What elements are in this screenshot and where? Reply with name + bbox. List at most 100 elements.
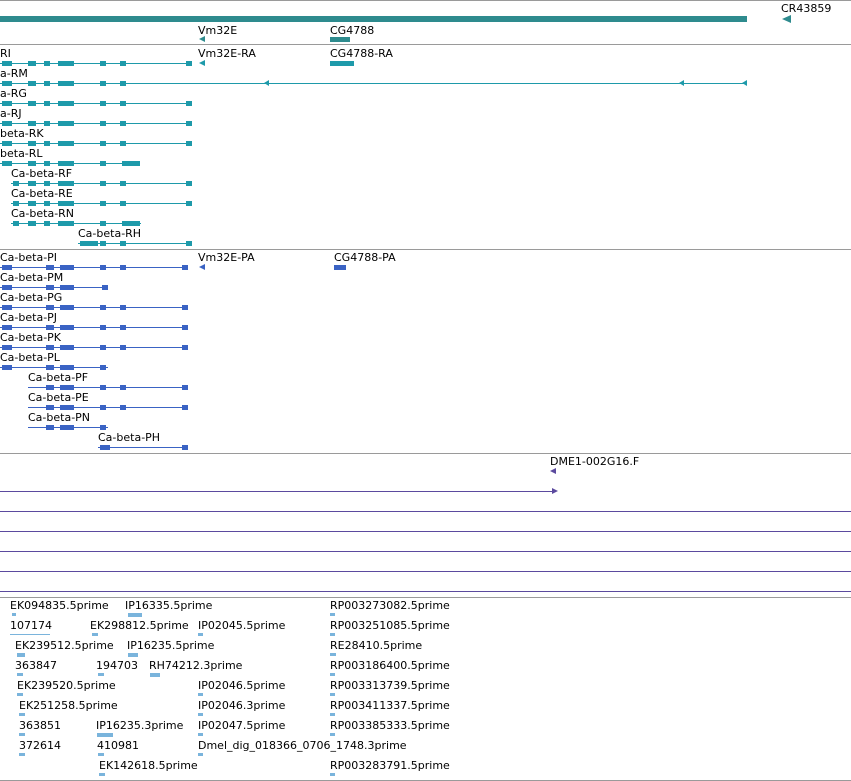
- gene-cg4788-bar[interactable]: [330, 37, 350, 42]
- clone-alignment[interactable]: [0, 511, 851, 512]
- gene-vm32e-arrow[interactable]: [199, 36, 205, 42]
- est-label[interactable]: RP003411337.5prime: [330, 699, 450, 712]
- est-label[interactable]: IP16235.5prime: [127, 639, 214, 652]
- est-feature[interactable]: [198, 713, 203, 716]
- est-label[interactable]: RE28410.5prime: [330, 639, 422, 652]
- est-label[interactable]: RH74212.3prime: [149, 659, 242, 672]
- est-feature[interactable]: [330, 613, 335, 616]
- est-label[interactable]: 107174: [10, 619, 52, 632]
- protein-label[interactable]: Ca-beta-PK: [0, 331, 61, 344]
- protein-label[interactable]: Ca-beta-PI: [0, 251, 57, 264]
- transcript-label[interactable]: Ca-beta-RN: [11, 207, 74, 220]
- est-label[interactable]: EK239512.5prime: [15, 639, 114, 652]
- protein-label[interactable]: Ca-beta-PN: [28, 411, 90, 424]
- protein-label[interactable]: Ca-beta-PL: [0, 351, 60, 364]
- gene-label-cg4788[interactable]: CG4788: [330, 24, 374, 37]
- protein-model[interactable]: [0, 287, 108, 288]
- transcript-label[interactable]: beta-RK: [0, 127, 44, 140]
- transcript-label[interactable]: CG4788-RA: [330, 47, 393, 60]
- protein-vm32e-arrow[interactable]: [199, 264, 205, 270]
- transcript-label[interactable]: a-RJ: [0, 107, 22, 120]
- protein-label[interactable]: Ca-beta-PG: [0, 291, 62, 304]
- clone-label[interactable]: DME1-002G16.F: [550, 455, 639, 468]
- protein-cg4788-exon[interactable]: [334, 265, 346, 270]
- est-feature[interactable]: [92, 633, 98, 636]
- protein-model[interactable]: [0, 347, 188, 348]
- est-feature[interactable]: [330, 713, 335, 716]
- protein-label[interactable]: Vm32E-PA: [198, 251, 255, 264]
- est-label[interactable]: IP16235.3prime: [96, 719, 183, 732]
- est-feature[interactable]: [198, 693, 203, 696]
- est-label[interactable]: EK094835.5prime: [10, 599, 109, 612]
- est-label[interactable]: 194703: [96, 659, 138, 672]
- est-label[interactable]: IP02047.5prime: [198, 719, 285, 732]
- protein-label[interactable]: Ca-beta-PM: [0, 271, 63, 284]
- est-feature[interactable]: [12, 613, 16, 616]
- transcript-label[interactable]: Ca-beta-RE: [11, 187, 73, 200]
- est-label[interactable]: IP02046.3prime: [198, 699, 285, 712]
- transcript-model[interactable]: [0, 83, 747, 84]
- clone-alignment[interactable]: [0, 571, 851, 572]
- est-label[interactable]: RP003186400.5prime: [330, 659, 450, 672]
- transcript-label[interactable]: Vm32E-RA: [198, 47, 256, 60]
- transcript-label[interactable]: a-RM: [0, 67, 28, 80]
- est-feature[interactable]: [19, 733, 25, 736]
- est-feature[interactable]: [17, 693, 23, 696]
- transcript-label[interactable]: Ca-beta-RH: [78, 227, 141, 240]
- clone-alignment[interactable]: [0, 591, 851, 592]
- est-label[interactable]: RP003385333.5prime: [330, 719, 450, 732]
- transcript-label[interactable]: Ca-beta-RF: [11, 167, 72, 180]
- protein-model[interactable]: [0, 327, 188, 328]
- est-feature[interactable]: [330, 773, 335, 776]
- protein-label[interactable]: Ca-beta-PJ: [0, 311, 57, 324]
- est-feature[interactable]: [10, 634, 50, 635]
- protein-label[interactable]: Ca-beta-PH: [98, 431, 160, 444]
- protein-model[interactable]: [0, 367, 108, 368]
- est-label[interactable]: 410981: [97, 739, 139, 752]
- protein-model[interactable]: [0, 267, 188, 268]
- est-label[interactable]: EK142618.5prime: [99, 759, 198, 772]
- est-feature[interactable]: [330, 673, 335, 676]
- gene-label-cr43859[interactable]: CR43859: [781, 2, 831, 15]
- protein-model[interactable]: [98, 447, 188, 448]
- est-label[interactable]: RP003251085.5prime: [330, 619, 450, 632]
- est-label[interactable]: 363847: [15, 659, 57, 672]
- est-feature[interactable]: [128, 613, 142, 617]
- protein-model[interactable]: [0, 307, 188, 308]
- protein-label[interactable]: Ca-beta-PF: [28, 371, 88, 384]
- gene-span-bar[interactable]: [0, 16, 747, 22]
- est-feature[interactable]: [99, 773, 105, 776]
- clone-alignment[interactable]: [0, 531, 851, 532]
- est-label[interactable]: IP16335.5prime: [125, 599, 212, 612]
- transcript-label[interactable]: beta-RL: [0, 147, 43, 160]
- est-feature[interactable]: [330, 633, 335, 636]
- est-feature[interactable]: [128, 653, 138, 657]
- est-label[interactable]: RP003313739.5prime: [330, 679, 450, 692]
- est-label[interactable]: EK298812.5prime: [90, 619, 189, 632]
- protein-label[interactable]: Ca-beta-PE: [28, 391, 89, 404]
- est-label[interactable]: 372614: [19, 739, 61, 752]
- est-label[interactable]: RP003273082.5prime: [330, 599, 450, 612]
- est-label[interactable]: IP02045.5prime: [198, 619, 285, 632]
- clone-alignment[interactable]: [0, 491, 555, 492]
- est-feature[interactable]: [97, 733, 113, 737]
- transcript-vm32e-arrow[interactable]: [199, 60, 205, 66]
- est-label[interactable]: Dmel_dig_018366_0706_1748.3prime: [198, 739, 407, 752]
- transcript-cg4788-exon[interactable]: [330, 61, 354, 66]
- clone-alignment[interactable]: [0, 551, 851, 552]
- est-label[interactable]: RP003283791.5prime: [330, 759, 450, 772]
- est-feature[interactable]: [17, 653, 25, 657]
- est-feature[interactable]: [17, 673, 23, 676]
- est-label[interactable]: EK239520.5prime: [17, 679, 116, 692]
- est-feature[interactable]: [330, 693, 335, 696]
- est-feature[interactable]: [330, 733, 335, 736]
- est-feature[interactable]: [98, 673, 104, 676]
- est-label[interactable]: IP02046.5prime: [198, 679, 285, 692]
- est-feature[interactable]: [198, 633, 203, 636]
- est-feature[interactable]: [98, 753, 104, 756]
- clone-end-arrow[interactable]: [550, 468, 556, 474]
- est-feature[interactable]: [150, 673, 160, 677]
- est-feature[interactable]: [198, 753, 203, 756]
- est-feature[interactable]: [330, 653, 336, 656]
- est-label[interactable]: 363851: [19, 719, 61, 732]
